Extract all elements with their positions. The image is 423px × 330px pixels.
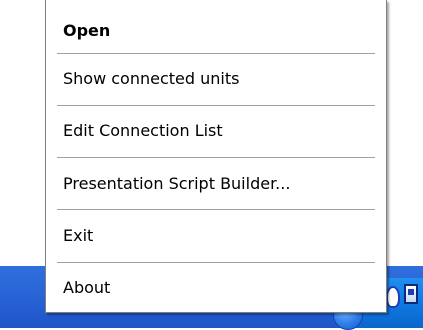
- menu-item-edit-connection-list[interactable]: Edit Connection List: [46, 116, 386, 146]
- menu-item-about[interactable]: About: [46, 273, 386, 303]
- menu-item-show-connected-units[interactable]: Show connected units: [46, 64, 386, 94]
- menu-separator: [57, 209, 375, 210]
- tray-context-menu: Open Show connected units Edit Connectio…: [45, 0, 387, 313]
- tray-network-icon[interactable]: [404, 284, 418, 304]
- menu-separator: [57, 53, 375, 54]
- tray-blue-app-icon[interactable]: [386, 286, 400, 308]
- menu-item-exit[interactable]: Exit: [46, 221, 386, 251]
- menu-separator: [57, 157, 375, 158]
- menu-separator: [57, 105, 375, 106]
- menu-item-open[interactable]: Open: [46, 16, 386, 46]
- menu-item-presentation-script-builder[interactable]: Presentation Script Builder...: [46, 169, 386, 199]
- menu-separator: [57, 262, 375, 263]
